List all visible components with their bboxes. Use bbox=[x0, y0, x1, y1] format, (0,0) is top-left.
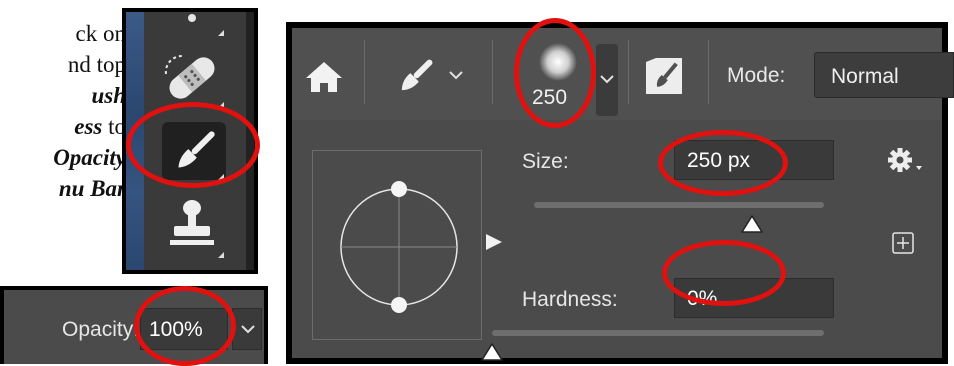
instruction-line-3: ush bbox=[0, 80, 126, 111]
tool-flyout-indicator bbox=[218, 102, 224, 108]
options-bar: 250 Mode: Normal bbox=[292, 28, 954, 120]
instruction-em-menubar: nu Bar bbox=[58, 176, 126, 201]
brush-options-window: 250 Mode: Normal Size: 250 px Hardness: … bbox=[286, 22, 954, 364]
instruction-em-opacity: Opacity bbox=[53, 145, 126, 170]
angle-handle-arrow-icon[interactable] bbox=[484, 232, 504, 252]
hardness-label: Hardness: bbox=[522, 288, 618, 311]
size-slider-thumb[interactable] bbox=[740, 214, 764, 234]
home-icon[interactable] bbox=[304, 58, 344, 94]
tool-brush[interactable] bbox=[152, 116, 232, 186]
instruction-line-1: ck on bbox=[75, 21, 126, 46]
instruction-em-brush: ush bbox=[91, 83, 126, 108]
mode-select[interactable]: Normal bbox=[814, 52, 954, 98]
brush-icon[interactable] bbox=[392, 52, 440, 100]
instruction-text: ck on nd top ush ess to Opacity nu Bar bbox=[0, 18, 130, 204]
hardness-input[interactable]: 0% bbox=[674, 278, 834, 318]
options-divider bbox=[364, 40, 365, 104]
brush-tip-preview[interactable] bbox=[538, 42, 578, 82]
canvas-edge bbox=[126, 12, 144, 270]
chevron-down-icon bbox=[241, 325, 255, 334]
tools-panel bbox=[122, 8, 258, 274]
chevron-down-icon bbox=[600, 75, 614, 84]
tool-partial-top[interactable] bbox=[152, 8, 232, 42]
instruction-line-6: nu Bar bbox=[0, 173, 126, 204]
instruction-line-2: nd top bbox=[67, 52, 126, 77]
opacity-dropdown[interactable] bbox=[232, 308, 262, 350]
brush-roundness-diagram bbox=[340, 181, 458, 313]
tool-spot-healing-brush[interactable] bbox=[152, 44, 232, 114]
tool-flyout-indicator bbox=[218, 252, 224, 258]
hardness-slider-thumb[interactable] bbox=[480, 342, 504, 362]
brush-settings-icon[interactable] bbox=[642, 54, 686, 98]
hardness-slider-track[interactable] bbox=[492, 330, 824, 336]
opacity-label: Opacity: bbox=[62, 318, 140, 341]
brush-angle-preview[interactable] bbox=[312, 150, 482, 340]
options-divider bbox=[708, 40, 709, 104]
size-input[interactable]: 250 px bbox=[674, 140, 834, 180]
instruction-em-hardness: ess bbox=[74, 114, 103, 139]
options-divider bbox=[492, 40, 493, 104]
new-preset-icon[interactable] bbox=[892, 232, 914, 254]
gear-icon[interactable] bbox=[886, 146, 924, 176]
instruction-line-4: ess to bbox=[0, 111, 126, 142]
size-label: Size: bbox=[522, 150, 569, 173]
chevron-down-icon[interactable] bbox=[448, 70, 464, 82]
tool-clone-stamp[interactable] bbox=[152, 194, 232, 264]
brush-preset-picker-panel: Size: 250 px Hardness: 0% bbox=[292, 120, 942, 361]
tools-panel-edge bbox=[246, 12, 254, 270]
opacity-control: Opacity: 100% bbox=[0, 286, 268, 364]
opacity-input[interactable]: 100% bbox=[140, 308, 228, 350]
tool-flyout-indicator bbox=[218, 174, 224, 180]
brush-preset-size: 250 bbox=[532, 86, 568, 109]
size-slider-track[interactable] bbox=[534, 202, 824, 208]
options-divider bbox=[628, 40, 629, 104]
tool-flyout-indicator bbox=[218, 30, 224, 36]
mode-label: Mode: bbox=[727, 64, 786, 87]
instruction-line-5: Opacity bbox=[0, 142, 126, 173]
tool-top-icon bbox=[188, 14, 196, 22]
brush-preset-dropdown[interactable] bbox=[596, 44, 618, 116]
